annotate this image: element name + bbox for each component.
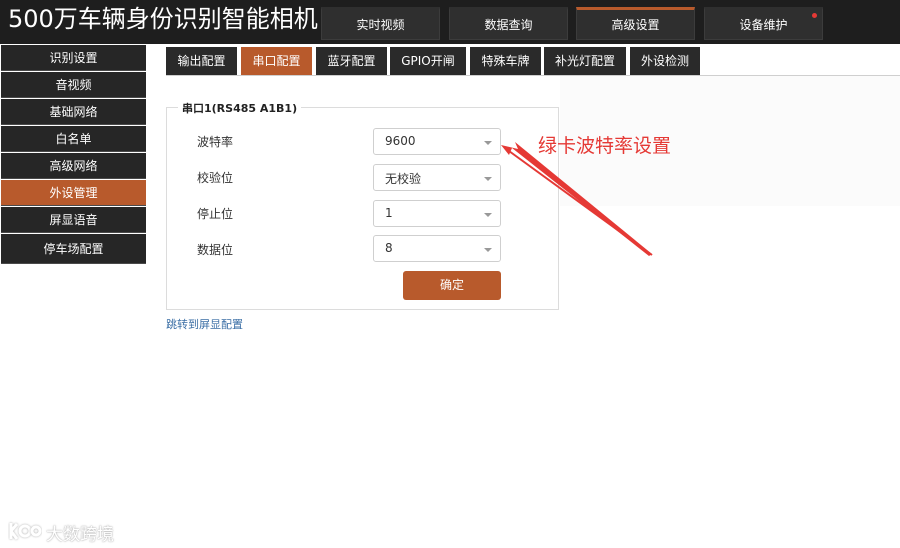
data-bits-label: 数据位 (197, 243, 234, 257)
tab-label: 特殊车牌 (481, 54, 530, 68)
tab-special-plate[interactable]: 特殊车牌 (470, 47, 541, 75)
nav-tab-label: 设备维护 (739, 18, 788, 32)
stop-bits-label: 停止位 (197, 207, 234, 221)
parity-value: 无校验 (385, 172, 422, 186)
tab-serial-config[interactable]: 串口配置 (241, 47, 312, 75)
annotation-text: 绿卡波特率设置 (538, 135, 672, 157)
notification-dot (812, 13, 817, 18)
tab-bar-underline (166, 75, 900, 76)
nav-tab-live-video[interactable]: 实时视频 (321, 7, 440, 40)
chevron-down-icon (484, 177, 492, 181)
parity-label: 校验位 (197, 171, 234, 185)
chevron-down-icon (484, 141, 492, 145)
nav-tab-label: 高级设置 (611, 18, 660, 32)
watermark-text: 大数跨境 (46, 525, 114, 545)
sidebar-item-parking-config[interactable]: 停车场配置 (1, 234, 146, 264)
data-bits-value: 8 (385, 241, 393, 255)
data-bits-select[interactable]: 8 (373, 235, 501, 262)
sidebar-item-label: 屏显语音 (49, 213, 98, 227)
sidebar-item-label: 基础网络 (49, 105, 98, 119)
sidebar-item-label: 识别设置 (49, 51, 98, 65)
sidebar-item-label: 外设管理 (49, 186, 98, 200)
confirm-button[interactable]: 确定 (403, 271, 501, 300)
sidebar-item-label: 音视频 (55, 78, 92, 92)
sidebar-item-audio-video[interactable]: 音视频 (1, 72, 146, 98)
tab-fill-light-config[interactable]: 补光灯配置 (544, 47, 626, 75)
serial-port-legend: 串口1(RS485 A1B1) (178, 100, 302, 116)
tab-output-config[interactable]: 输出配置 (166, 47, 237, 75)
tab-label: GPIO开闸 (401, 54, 455, 68)
sidebar-item-label: 高级网络 (49, 159, 98, 173)
tab-label: 输出配置 (177, 54, 226, 68)
chevron-down-icon (484, 248, 492, 252)
baud-rate-value: 9600 (385, 134, 416, 148)
sidebar-item-basic-network[interactable]: 基础网络 (1, 99, 146, 125)
tab-gpio-gate[interactable]: GPIO开闸 (390, 47, 466, 75)
chevron-down-icon (484, 213, 492, 217)
tab-label: 串口配置 (252, 54, 301, 68)
sidebar-item-whitelist[interactable]: 白名单 (1, 126, 146, 152)
sidebar-item-label: 停车场配置 (43, 242, 104, 256)
nav-tab-label: 数据查询 (484, 18, 533, 32)
tab-label: 外设检测 (640, 54, 689, 68)
tab-label: 补光灯配置 (554, 54, 615, 68)
baud-rate-select[interactable]: 9600 (373, 128, 501, 155)
goto-screen-config-link[interactable]: 跳转到屏显配置 (166, 316, 243, 332)
sidebar-item-label: 白名单 (55, 132, 92, 146)
nav-tab-advanced-settings[interactable]: 高级设置 (576, 7, 695, 40)
tab-label: 蓝牙配置 (327, 54, 376, 68)
baud-rate-label: 波特率 (197, 135, 234, 149)
sidebar-item-screen-voice[interactable]: 屏显语音 (1, 207, 146, 233)
sidebar-item-peripheral-management[interactable]: 外设管理 (1, 180, 146, 206)
stop-bits-select[interactable]: 1 (373, 200, 501, 227)
parity-select[interactable]: 无校验 (373, 164, 501, 191)
nav-tab-label: 实时视频 (356, 18, 405, 32)
app-title: 500万车辆身份识别智能相机 (8, 5, 318, 33)
watermark-logo-icon (9, 523, 42, 540)
stop-bits-value: 1 (385, 206, 393, 220)
sidebar-item-advanced-network[interactable]: 高级网络 (1, 153, 146, 179)
tab-peripheral-detection[interactable]: 外设检测 (630, 47, 700, 75)
nav-tab-device-maintenance[interactable]: 设备维护 (704, 7, 823, 40)
nav-tab-data-query[interactable]: 数据查询 (449, 7, 568, 40)
tab-bluetooth-config[interactable]: 蓝牙配置 (316, 47, 387, 75)
sidebar-item-recognition-settings[interactable]: 识别设置 (1, 45, 146, 71)
